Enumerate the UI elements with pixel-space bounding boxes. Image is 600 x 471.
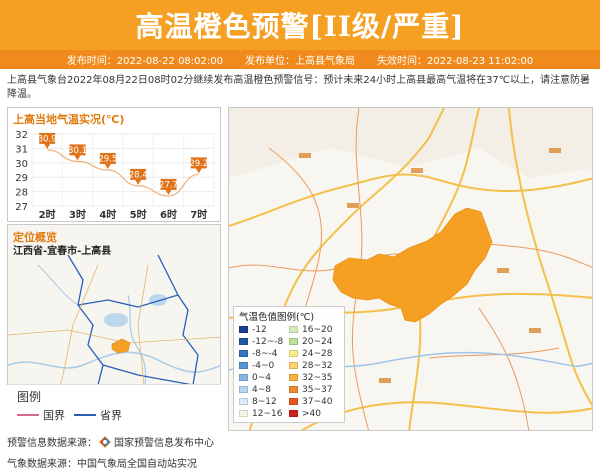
temperature-color-legend: 气温色值图例(℃) -12 -12~-8 -8~-4 -4~0 0~4 4~8 8~12 12… [233, 306, 345, 423]
color-legend-item: 32~35 [289, 372, 332, 383]
color-legend-title: 气温色值图例(℃) [239, 312, 315, 323]
color-swatch [239, 326, 248, 333]
publish-time: 发布时间：2022-08-22 08:02:00 [66, 56, 223, 67]
color-legend-label: 24~28 [302, 348, 333, 359]
x-tick-label: 3时 [69, 208, 86, 221]
color-legend-label: -12 [252, 324, 267, 335]
color-legend-item: 24~28 [289, 348, 332, 359]
temperature-data-label: 29.2 [189, 159, 208, 169]
color-swatch [239, 374, 248, 381]
color-legend-label: 0~4 [252, 372, 271, 383]
color-legend-label: 32~35 [302, 372, 333, 383]
color-legend-item: -8~-4 [239, 348, 278, 359]
x-tick-label: 6时 [160, 208, 177, 221]
legend-title: 图例 [17, 390, 42, 404]
x-tick-label: 5时 [130, 208, 147, 221]
y-tick-label: 29 [15, 173, 28, 184]
warning-header: 高温橙色预警[II级/严重] [0, 0, 600, 50]
color-legend-item: -4~0 [239, 360, 274, 371]
color-swatch [289, 326, 298, 333]
warning-center-logo-icon [99, 435, 111, 448]
weather-source: 气象数据来源： 中国气象局全国自动站实况 [7, 455, 197, 470]
map-legend-box: 图例 国界 省界 [6, 384, 221, 431]
warning-description: 上高县气象台2022年08月22日08时02分继续发布高温橙色预警信号：预计未来… [7, 75, 591, 100]
expire-time: 失效时间：2022-08-23 11:02:00 [377, 56, 534, 67]
warning-source-label: 预警信息数据来源： [7, 438, 97, 449]
warning-title: 高温橙色预警[II级/严重] [135, 10, 465, 43]
y-tick-label: 30 [15, 159, 28, 170]
color-legend-item: >40 [289, 408, 321, 419]
color-swatch [289, 398, 298, 405]
color-swatch [239, 386, 248, 393]
color-legend-item: -12 [239, 324, 267, 335]
temperature-data-label: 29.5 [98, 155, 117, 165]
color-legend-item: -12~-8 [239, 336, 283, 347]
color-swatch [239, 398, 248, 405]
color-legend-label: 37~40 [302, 396, 333, 407]
temperature-chart: 32 31 30 29 28 27 30.9 30.1 29.5 28.4 27.7 29.2 2时 3时… [15, 130, 215, 221]
y-tick-label: 28 [15, 188, 28, 199]
y-tick-label: 31 [15, 144, 28, 155]
warning-meta-bar: 发布时间：2022-08-22 08:02:00 发布单位：上高县气象局 失效时… [0, 50, 600, 69]
color-legend-label: 35~37 [302, 384, 333, 395]
color-legend-label: 28~32 [302, 360, 333, 371]
publisher: 发布单位：上高县气象局 [245, 56, 355, 67]
national-border-line-icon [17, 414, 39, 416]
weather-source-label: 气象数据来源： [7, 459, 77, 470]
color-legend-label: -8~-4 [252, 348, 278, 359]
color-legend-label: -12~-8 [252, 336, 284, 347]
color-legend-item: 35~37 [289, 384, 332, 395]
color-legend-item: 8~12 [239, 396, 277, 407]
color-legend-item: 37~40 [289, 396, 332, 407]
color-legend-item: 0~4 [239, 372, 271, 383]
color-legend-item: 12~16 [239, 408, 282, 419]
color-swatch [239, 338, 248, 345]
warning-source: 预警信息数据来源： 国家预警信息发布中心 [7, 434, 214, 449]
x-tick-label: 2时 [39, 208, 56, 221]
color-legend-label: 16~20 [302, 324, 333, 335]
color-legend-item: 4~8 [239, 384, 271, 395]
color-legend-item: 16~20 [289, 324, 332, 335]
warning-source-value: 国家预警信息发布中心 [114, 438, 214, 449]
legend-national-border-label: 国界 [43, 409, 65, 422]
legend-province-border: 省界 [74, 407, 122, 423]
color-legend-item: 20~24 [289, 336, 332, 347]
y-tick-label: 32 [15, 130, 28, 141]
color-swatch [289, 350, 298, 357]
temperature-panel: 上高当地气温实况(℃) 32 31 30 29 28 27 30.9 30.1 29.5 28.4… [7, 107, 221, 222]
location-name: 江西省-宜春市-上高县 [13, 246, 112, 257]
x-tick-label: 7时 [190, 208, 207, 221]
province-border-line-icon [74, 414, 96, 416]
color-legend-label: 12~16 [252, 408, 283, 419]
weather-source-value: 中国气象局全国自动站实况 [77, 459, 197, 470]
temperature-data-label: 30.9 [38, 134, 57, 144]
legend-national-border: 国界 [17, 407, 65, 423]
color-swatch [289, 386, 298, 393]
temperature-data-label: 30.1 [68, 146, 87, 156]
color-legend-label: 8~12 [252, 396, 277, 407]
color-legend-label: -4~0 [252, 360, 275, 371]
x-tick-label: 4时 [99, 208, 116, 221]
color-swatch [289, 374, 298, 381]
legend-province-border-label: 省界 [100, 409, 122, 422]
temperature-data-label: 28.4 [129, 170, 148, 180]
color-legend-label: 4~8 [252, 384, 271, 395]
color-swatch [239, 362, 248, 369]
color-swatch [239, 350, 248, 357]
color-swatch [289, 362, 298, 369]
color-swatch [289, 338, 298, 345]
color-legend-label: 20~24 [302, 336, 333, 347]
color-legend-item: 28~32 [289, 360, 332, 371]
color-legend-label: >40 [302, 408, 321, 419]
temperature-data-label: 27.7 [159, 180, 178, 190]
color-swatch [289, 410, 298, 417]
y-tick-label: 27 [15, 202, 28, 213]
color-swatch [239, 410, 248, 417]
